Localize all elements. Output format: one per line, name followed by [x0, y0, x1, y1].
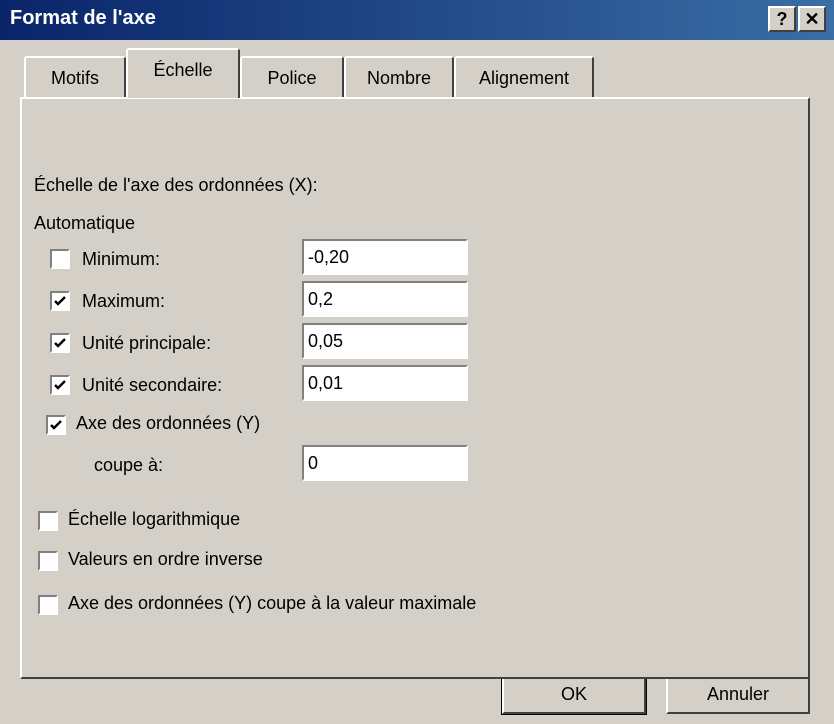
cancel-button[interactable]: Annuler [666, 676, 810, 714]
scale-heading: Échelle de l'axe des ordonnées (X): [34, 175, 318, 195]
minimum-auto-checkbox[interactable] [49, 248, 71, 270]
minimum-input[interactable] [302, 239, 468, 275]
tab-echelle[interactable]: Échelle [126, 48, 240, 98]
log-scale-label: Échelle logarithmique [68, 509, 241, 529]
major-unit-input[interactable] [302, 323, 468, 359]
minor-unit-auto-checkbox[interactable] [49, 374, 71, 396]
reverse-order-label: Valeurs en ordre inverse [68, 549, 263, 569]
maximum-input[interactable] [302, 281, 468, 317]
maximum-label: Maximum: [82, 291, 166, 311]
checkmark-icon [54, 380, 66, 390]
major-unit-label: Unité principale: [82, 333, 212, 353]
tab-motifs[interactable]: Motifs [24, 56, 126, 98]
cross-at-max-label: Axe des ordonnées (Y) coupe à la valeur … [68, 593, 477, 613]
tab-police[interactable]: Police [240, 56, 344, 98]
checkmark-icon [54, 338, 66, 348]
checkmark-icon [54, 296, 66, 306]
automatic-label: Automatique [34, 213, 136, 233]
crosses-label: Axe des ordonnées (Y) [76, 413, 261, 433]
echelle-panel: Échelle de l'axe des ordonnées (X): Auto… [20, 97, 810, 679]
maximum-auto-checkbox[interactable] [49, 290, 71, 312]
tab-nombre[interactable]: Nombre [344, 56, 454, 98]
checkmark-icon [50, 420, 62, 430]
crosses-at-input[interactable] [302, 445, 468, 481]
minor-unit-label: Unité secondaire: [82, 375, 223, 395]
dialog-title: Format de l'axe [10, 7, 156, 29]
minimum-label: Minimum: [82, 249, 161, 269]
close-button[interactable]: ✕ [798, 6, 826, 32]
crosses-auto-checkbox[interactable] [45, 414, 67, 436]
ok-button[interactable]: OK [501, 675, 647, 715]
crosses-at-label: coupe à: [94, 455, 164, 475]
cross-at-max-checkbox[interactable] [37, 594, 59, 616]
reverse-order-checkbox[interactable] [37, 550, 59, 572]
major-unit-auto-checkbox[interactable] [49, 332, 71, 354]
log-scale-checkbox[interactable] [37, 510, 59, 532]
format-axis-dialog: Format de l'axe ? ✕ Motifs Échelle Polic… [0, 0, 834, 724]
tab-alignement[interactable]: Alignement [454, 56, 594, 98]
title-bar[interactable]: Format de l'axe ? ✕ [0, 0, 834, 40]
minor-unit-input[interactable] [302, 365, 468, 401]
help-button[interactable]: ? [768, 6, 796, 32]
